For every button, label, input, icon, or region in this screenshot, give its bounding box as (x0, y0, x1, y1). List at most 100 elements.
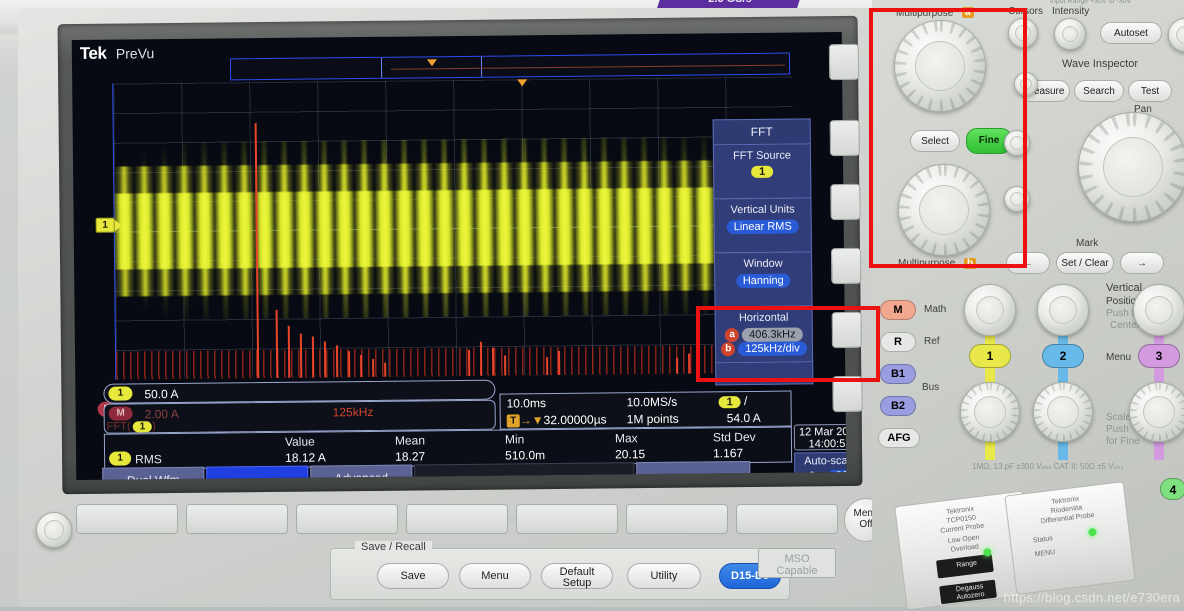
fft-noise-floor (115, 344, 796, 380)
bezel-side-button-3[interactable] (830, 183, 861, 221)
record-view-segment-start (380, 57, 383, 78)
default-setup-button[interactable]: Default Setup (541, 563, 613, 589)
menu-item-vertical-units[interactable]: Vertical Units Linear RMS (713, 198, 812, 254)
mark-set-clear-button[interactable]: Set / Clear (1056, 252, 1114, 274)
menu-item-horizontal-row-a[interactable]: a 406.3kHz (725, 327, 803, 343)
utility-button[interactable]: Utility (627, 563, 701, 589)
cursors-button[interactable] (1008, 18, 1038, 48)
fft-peak (254, 123, 260, 379)
ch1-scale-knob[interactable] (960, 382, 1020, 442)
bezel-bottom-button-6[interactable] (626, 504, 728, 534)
bezel-bottom-button-7[interactable] (736, 504, 838, 534)
acquisition-readout[interactable]: 10.0ms T →▼32.00000µs 10.0MS/s 1M points … (499, 390, 792, 430)
brand-row: Tek PreVu (80, 43, 155, 66)
ch3-position-knob[interactable] (1133, 284, 1184, 336)
test-button[interactable]: Test (1128, 80, 1172, 102)
menu-item-fft-source-label: FFT Source (732, 149, 791, 163)
stats-cell-value: 18.12 A (285, 450, 326, 465)
menu-button-dual-wfm-math[interactable]: Dual Wfm Math (102, 466, 205, 481)
menu-item-horizontal[interactable]: Horizontal a 406.3kHz b 125kHz/div (714, 306, 814, 364)
bezel-bottom-button-3[interactable] (296, 504, 398, 534)
bezel-side-button-1[interactable] (828, 43, 860, 81)
save-button[interactable]: Save (377, 563, 449, 589)
date-value: 12 Mar 2021 (798, 425, 847, 439)
menu-item-blank[interactable] (715, 362, 814, 386)
ch2-position-knob[interactable] (1037, 284, 1089, 336)
autoset-button[interactable]: Autoset (1100, 22, 1162, 44)
save-recall-title: Save / Recall (355, 541, 432, 553)
menu-item-window-label: Window (743, 257, 783, 271)
fft-peak (299, 333, 303, 378)
push-for-fine-line1: Push (1106, 424, 1129, 435)
autoscale-control[interactable]: Auto-scale On Off (794, 451, 847, 481)
play-button[interactable] (1004, 186, 1030, 212)
menu-item-vertical-units-value: Linear RMS (726, 219, 799, 235)
menu-button-empty[interactable] (414, 462, 635, 481)
stats-cell-max: 20.15 (615, 447, 646, 462)
multipurpose-b-knob-ridges (899, 165, 989, 255)
datetime-readout: 12 Mar 2021 14:00:52 (793, 423, 847, 451)
wave-inspector-zoom-button[interactable] (1014, 72, 1038, 96)
autoscale-off-option[interactable]: Off (830, 469, 847, 481)
bezel-side-button-5[interactable] (831, 311, 862, 349)
bezel-bottom-button-5[interactable] (516, 504, 618, 534)
afg-button[interactable]: AFG (878, 428, 920, 448)
multipurpose-b-knob[interactable] (898, 164, 990, 256)
menu-button-advanced-math[interactable]: Advanced Math (310, 464, 413, 481)
ch1-button[interactable]: 1 (969, 344, 1011, 368)
fft-peak (688, 353, 691, 374)
label-button-text: Label (691, 473, 721, 480)
vertical-label: Vertical (1106, 282, 1143, 294)
menu-item-horizontal-label: Horizontal (738, 311, 789, 325)
ch1-position-marker[interactable]: 1 (95, 217, 115, 233)
menu-button-fft[interactable]: FFT (206, 465, 309, 481)
ch2-scale-knob[interactable] (1033, 382, 1093, 442)
fft-peak (491, 347, 495, 376)
math-button-label: Math (924, 304, 947, 315)
fft-peak (467, 349, 471, 376)
mark-next-button[interactable]: → (1120, 252, 1164, 274)
menu-item-horizontal-row-b[interactable]: b 125kHz/div (721, 341, 807, 357)
pan-zoom-knob[interactable] (1078, 112, 1184, 222)
fft-peak (311, 336, 315, 378)
ref-button[interactable]: R (880, 332, 916, 352)
math-freq-value: 125kHz (332, 404, 374, 420)
menu-button-label[interactable]: M Label (636, 460, 751, 481)
ch4-button[interactable]: 4 (1160, 478, 1184, 500)
record-length-value: 1M points (626, 411, 679, 427)
bezel-bottom-button-1[interactable] (76, 504, 178, 534)
search-button[interactable]: Search (1074, 80, 1124, 102)
graticule[interactable] (112, 76, 796, 380)
bezel-side-button-2[interactable] (829, 119, 860, 157)
math-button[interactable]: M (880, 300, 916, 320)
ch1-position-knob[interactable] (964, 284, 1016, 336)
autoscale-on-option[interactable]: On (808, 470, 823, 480)
fft-button-label: FFT (240, 477, 275, 481)
bezel-bottom-button-2[interactable] (186, 504, 288, 534)
menu-item-window[interactable]: Window Hanning (713, 252, 813, 308)
side-menu-fft: FFT FFT Source 1 Vertical Units Linear R… (712, 118, 814, 386)
select-button[interactable]: Select (910, 130, 960, 152)
ch3-scale-knob[interactable] (1129, 382, 1184, 442)
menu-item-vertical-units-label: Vertical Units (730, 203, 795, 217)
trigger-menu-knob[interactable] (1168, 18, 1184, 52)
zoom-prev-button[interactable] (1004, 130, 1030, 156)
intensity-label: Intensity (1052, 6, 1090, 17)
fft-spectrum (113, 103, 796, 380)
bus-b1-button[interactable]: B1 (880, 364, 916, 384)
math-readout[interactable]: M 2.00 A 125kHz FFT(1) (103, 399, 496, 434)
record-view-bar[interactable] (229, 52, 791, 81)
bezel-bottom-button-4[interactable] (406, 504, 508, 534)
ch3-button[interactable]: 3 (1138, 344, 1180, 368)
bezel-side-button-6[interactable] (832, 375, 863, 413)
ch2-button[interactable]: 2 (1042, 344, 1084, 368)
bezel-side-button-4[interactable] (830, 247, 862, 285)
dual-wfm-math-line1: Dual Wfm (103, 473, 203, 480)
bus-b2-button[interactable]: B2 (880, 396, 916, 416)
recall-menu-button[interactable]: Menu (459, 563, 531, 589)
multipurpose-a-knob[interactable] (894, 20, 986, 112)
trigger-level-value: 54.0 A (726, 410, 761, 426)
intensity-knob[interactable] (1054, 18, 1086, 50)
mark-prev-button[interactable]: ← (1006, 252, 1050, 274)
menu-item-fft-source[interactable]: FFT Source 1 (712, 144, 812, 200)
